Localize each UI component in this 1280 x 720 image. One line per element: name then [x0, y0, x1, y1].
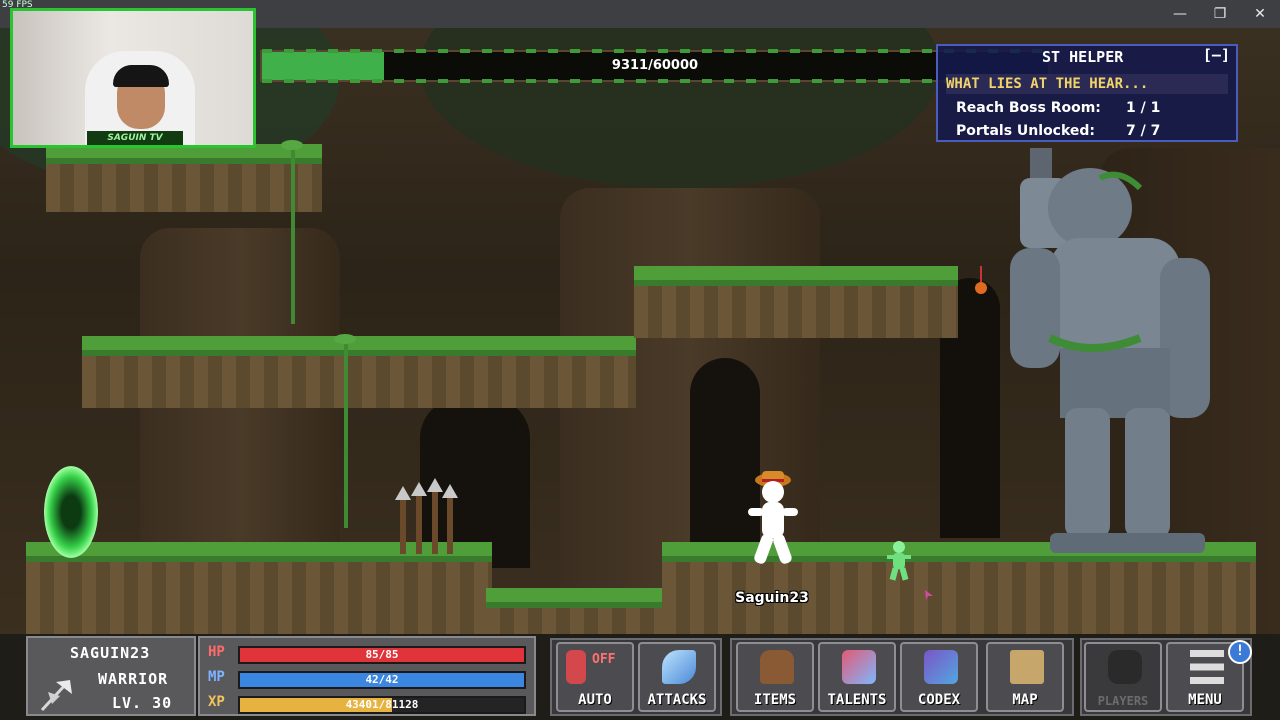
player-nameplate: Saguin23: [735, 590, 809, 606]
mp-bar: 42/42: [238, 671, 526, 689]
character-level: LV. 30: [112, 694, 173, 712]
spike-trap: [442, 484, 458, 554]
quest-objective-label: Reach Boss Room:: [956, 100, 1101, 116]
map-button[interactable]: MAP: [986, 642, 1064, 712]
menu-label: MENU: [1188, 692, 1222, 708]
quest-helper-panel: ST HELPER [–] WHAT LIES AT THE HEAR... R…: [936, 44, 1238, 142]
quest-objective-label: Portals Unlocked:: [956, 123, 1096, 139]
ally-spirit-character[interactable]: [884, 540, 914, 582]
padlock-icon: [1108, 650, 1142, 684]
platform-upper-right: [634, 266, 958, 338]
vine-leaf: [334, 334, 356, 344]
hanging-lantern-icon: [975, 266, 987, 294]
xp-label: XP: [208, 694, 225, 710]
codex-label: CODEX: [917, 692, 961, 708]
character-name: SAGUIN23: [70, 644, 151, 662]
dungeon-progress-bar: 9311/60000: [260, 49, 1050, 83]
quest-name[interactable]: WHAT LIES AT THE HEAR...: [946, 74, 1228, 94]
hp-label: HP: [208, 644, 225, 660]
platform-upper-left: [46, 144, 322, 212]
attacks-scythe-icon: [662, 650, 696, 684]
spike-trap: [427, 478, 443, 554]
character-panel[interactable]: SAGUIN23 WARRIOR LV. 30: [26, 636, 196, 716]
hp-bar: 85/85: [238, 646, 526, 664]
talents-heart-icon: [842, 650, 876, 684]
map-scroll-icon: [1010, 650, 1044, 684]
xp-text: 43401/81128: [345, 698, 419, 711]
quest-helper-collapse-button[interactable]: [–]: [1203, 46, 1230, 64]
auto-figure-icon: [566, 650, 586, 684]
character-class: WARRIOR: [98, 670, 169, 688]
codex-book-icon: [924, 650, 958, 684]
restore-button[interactable]: ❐: [1208, 4, 1232, 24]
attacks-label: ATTACKS: [647, 692, 707, 708]
progress-vine-decoration: [262, 79, 1048, 83]
attacks-button[interactable]: ATTACKS: [638, 642, 716, 712]
mp-text: 42/42: [365, 673, 399, 686]
stats-panel: HP 85/85 MP 42/42 XP 43401/81128: [198, 636, 536, 716]
webcam-label: SAGUIN TV: [87, 131, 183, 145]
notification-badge[interactable]: !: [1228, 640, 1252, 664]
vine-leaf: [281, 140, 303, 150]
streamer-cap: [113, 65, 169, 87]
close-button[interactable]: ✕: [1248, 4, 1272, 24]
ground-pit: [486, 588, 668, 638]
auto-label: AUTO: [578, 692, 612, 708]
spike-trap: [411, 482, 427, 554]
bottom-hud: SAGUIN23 WARRIOR LV. 30 HP 85/85 MP 42/4…: [0, 634, 1280, 720]
xp-bar: 43401/81128: [238, 696, 526, 714]
items-backpack-icon: [760, 650, 794, 684]
progress-vine-decoration: [262, 49, 1048, 53]
climbing-vine[interactable]: [291, 146, 295, 324]
hp-text: 85/85: [365, 648, 399, 661]
spike-trap: [395, 486, 411, 554]
green-portal[interactable]: [44, 466, 98, 558]
climbing-vine[interactable]: [344, 340, 348, 528]
items-button[interactable]: ITEMS: [736, 642, 814, 712]
player-character[interactable]: [742, 468, 802, 580]
warrior-axe-icon: [40, 680, 72, 712]
codex-button[interactable]: CODEX: [900, 642, 978, 712]
talents-label: TALENTS: [827, 692, 887, 708]
players-label: PLAYERS: [1097, 694, 1149, 708]
auto-button[interactable]: OFF AUTO: [556, 642, 634, 712]
quest-objective-value: 7 / 7: [1126, 123, 1161, 139]
mouse-cursor-icon: [925, 590, 933, 600]
stone-golem-boss[interactable]: [990, 148, 1230, 568]
webcam-overlay: SAGUIN TV: [10, 8, 256, 148]
quest-helper-title: ST HELPER: [1042, 48, 1124, 66]
platform-middle: [82, 336, 636, 408]
auto-status: OFF: [592, 652, 616, 667]
quest-objective-value: 1 / 1: [1126, 100, 1161, 116]
mp-label: MP: [208, 669, 225, 685]
minimize-button[interactable]: —: [1168, 4, 1192, 24]
items-label: ITEMS: [753, 692, 797, 708]
ground-left: [26, 542, 492, 638]
players-button[interactable]: PLAYERS: [1084, 642, 1162, 712]
menu-list-icon: [1190, 650, 1224, 684]
talents-button[interactable]: TALENTS: [818, 642, 896, 712]
map-label: MAP: [1012, 692, 1038, 708]
progress-text: 9311/60000: [611, 58, 699, 73]
